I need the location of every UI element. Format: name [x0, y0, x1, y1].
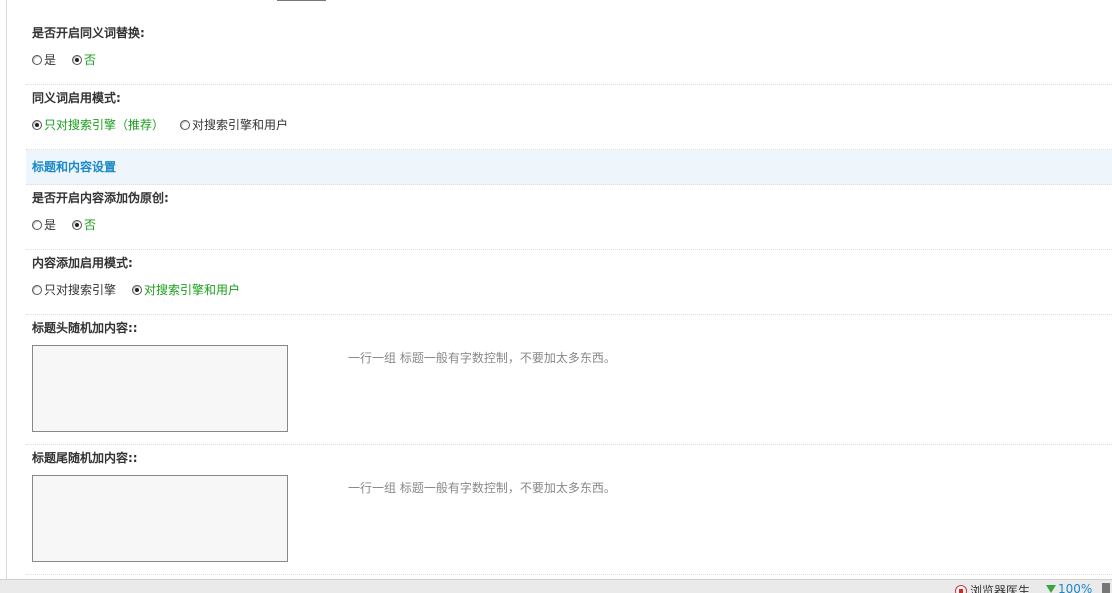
synonym-mode-row: 同义词启用模式: 只对搜索引擎（推荐） 对搜索引擎和用户	[26, 85, 1112, 150]
pseudo-original-row: 是否开启内容添加伪原创: 是 否	[26, 185, 1112, 250]
radio-label: 对搜索引擎和用户	[192, 118, 289, 132]
synonym-enable-row: 是否开启同义词替换: 是 否	[26, 20, 1112, 85]
radio-checked-icon[interactable]	[132, 285, 143, 295]
pseudo-original-label: 是否开启内容添加伪原创:	[32, 191, 169, 205]
radio-icon[interactable]	[32, 285, 42, 295]
content-mode-options: 只对搜索引擎 对搜索引擎和用户	[32, 274, 1112, 314]
browser-doctor-button[interactable]: 浏览器医生	[955, 582, 1030, 593]
section-title: 标题和内容设置	[26, 150, 1112, 185]
title-head-field-area: 一行一组 标题一般有字数控制，不要加太多东西。	[32, 339, 1112, 444]
status-bar: 浏览器医生 100%	[0, 579, 1112, 593]
synonym-enable-options: 是 否	[32, 44, 1112, 84]
title-head-label: 标题头随机加内容::	[32, 321, 138, 335]
radio-checked-icon[interactable]	[72, 55, 83, 65]
zoom-arrow-icon	[1046, 585, 1056, 593]
radio-label: 只对搜索引擎（推荐）	[44, 118, 165, 132]
title-tail-hint: 一行一组 标题一般有字数控制，不要加太多东西。	[348, 481, 616, 495]
statusbar-end-icon	[1102, 583, 1110, 593]
zoom-level: 100%	[1058, 582, 1093, 593]
title-head-hint: 一行一组 标题一般有字数控制，不要加太多东西。	[348, 351, 616, 365]
synonym-enable-no-radio[interactable]: 否	[72, 47, 96, 73]
pseudo-original-yes-radio[interactable]: 是	[32, 212, 56, 238]
doctor-icon	[955, 584, 967, 593]
title-tail-textarea[interactable]	[32, 475, 288, 562]
synonym-enable-yes-radio[interactable]: 是	[32, 47, 56, 73]
pseudo-original-no-radio[interactable]: 否	[72, 212, 96, 238]
title-tail-row: 标题尾随机加内容:: 一行一组 标题一般有字数控制，不要加太多东西。	[26, 445, 1112, 575]
radio-label: 只对搜索引擎	[44, 283, 117, 297]
synonym-mode-label: 同义词启用模式:	[32, 91, 121, 105]
left-border	[6, 0, 7, 580]
content-mode-label: 内容添加启用模式:	[32, 256, 133, 270]
top-separator	[277, 0, 326, 1]
content-mode-row: 内容添加启用模式: 只对搜索引擎 对搜索引擎和用户	[26, 250, 1112, 315]
content-mode-search-engine-radio[interactable]: 只对搜索引擎	[32, 277, 116, 303]
synonym-enable-label: 是否开启同义词替换:	[32, 26, 145, 40]
zoom-control[interactable]: 100%	[1046, 582, 1092, 593]
title-tail-label: 标题尾随机加内容::	[32, 451, 138, 465]
radio-icon[interactable]	[180, 120, 191, 130]
radio-icon[interactable]	[32, 220, 42, 230]
radio-label: 否	[84, 53, 97, 67]
radio-label: 是	[44, 218, 57, 232]
synonym-mode-options: 只对搜索引擎（推荐） 对搜索引擎和用户	[32, 109, 1112, 149]
radio-checked-icon[interactable]	[72, 220, 83, 230]
title-head-textarea[interactable]	[32, 345, 288, 432]
settings-form: 是否开启同义词替换: 是 否 同义词启用模式: 只对搜索引擎（推荐） 对搜索引擎…	[26, 20, 1112, 575]
radio-label: 对搜索引擎和用户	[144, 283, 241, 297]
settings-page: 是否开启同义词替换: 是 否 同义词启用模式: 只对搜索引擎（推荐） 对搜索引擎…	[0, 0, 1112, 593]
radio-checked-icon[interactable]	[32, 120, 42, 130]
title-head-row: 标题头随机加内容:: 一行一组 标题一般有字数控制，不要加太多东西。	[26, 315, 1112, 445]
radio-icon[interactable]	[32, 55, 42, 65]
content-mode-engine-and-user-radio[interactable]: 对搜索引擎和用户	[132, 277, 240, 303]
browser-doctor-label: 浏览器医生	[970, 584, 1031, 593]
title-tail-field-area: 一行一组 标题一般有字数控制，不要加太多东西。	[32, 469, 1112, 574]
radio-label: 是	[44, 53, 57, 67]
synonym-mode-search-engine-radio[interactable]: 只对搜索引擎（推荐）	[32, 112, 164, 138]
radio-label: 否	[84, 218, 97, 232]
synonym-mode-engine-and-user-radio[interactable]: 对搜索引擎和用户	[180, 112, 288, 138]
pseudo-original-options: 是 否	[32, 209, 1112, 249]
